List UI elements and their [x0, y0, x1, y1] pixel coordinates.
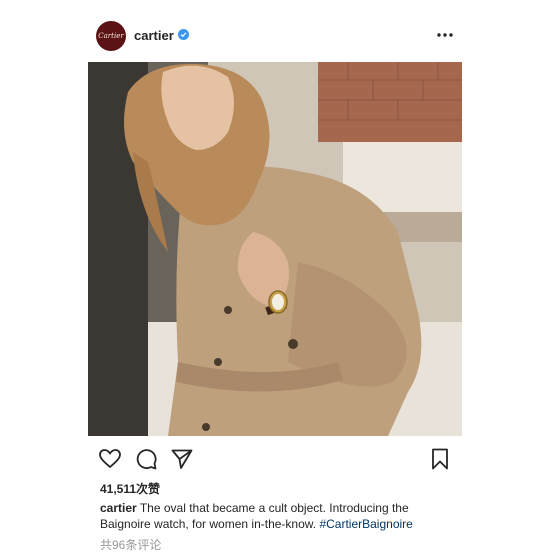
action-bar: [88, 444, 462, 474]
view-comments-link[interactable]: 共96条评论: [100, 536, 161, 553]
more-options-icon[interactable]: [434, 27, 456, 43]
paper-plane-icon[interactable]: [170, 447, 194, 471]
avatar[interactable]: Cartier: [96, 21, 126, 51]
caption-username[interactable]: cartier: [100, 501, 137, 515]
verified-badge-icon: [178, 29, 189, 40]
heart-icon[interactable]: [98, 447, 122, 471]
avatar-logo-text: Cartier: [98, 32, 124, 40]
post-image[interactable]: [88, 62, 462, 436]
post-photo-illustration: [88, 62, 462, 436]
post-header: Cartier cartier: [88, 17, 462, 55]
bookmark-icon[interactable]: [428, 447, 452, 471]
caption-hashtag[interactable]: #CartierBaignoire: [319, 517, 412, 531]
likes-count[interactable]: 41,511次赞: [100, 480, 160, 497]
post-caption: cartier The oval that became a cult obje…: [100, 500, 455, 532]
instagram-post: Cartier cartier 41,511次赞 cartier The ova…: [88, 0, 462, 553]
username-link[interactable]: cartier: [134, 28, 174, 43]
comment-bubble-icon[interactable]: [134, 447, 158, 471]
